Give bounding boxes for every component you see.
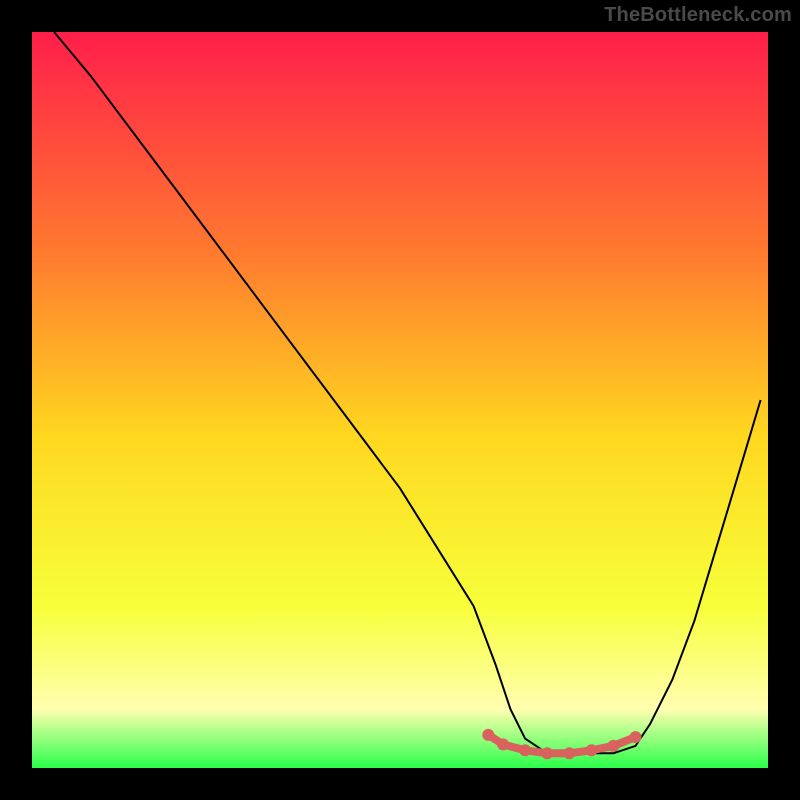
valley-marker-dot bbox=[497, 738, 509, 750]
site-brand: TheBottleneck.com bbox=[604, 4, 792, 27]
valley-marker-dot bbox=[519, 744, 531, 756]
valley-marker-dot bbox=[541, 747, 553, 759]
valley-marker-dot bbox=[585, 744, 597, 756]
plot-background bbox=[32, 32, 768, 768]
valley-marker-dot bbox=[607, 740, 619, 752]
valley-marker-dot bbox=[482, 729, 494, 741]
valley-marker-dot bbox=[563, 747, 575, 759]
chart-frame: TheBottleneck.com bbox=[0, 0, 800, 800]
bottleneck-chart bbox=[0, 0, 800, 800]
valley-marker-dot bbox=[630, 731, 642, 743]
